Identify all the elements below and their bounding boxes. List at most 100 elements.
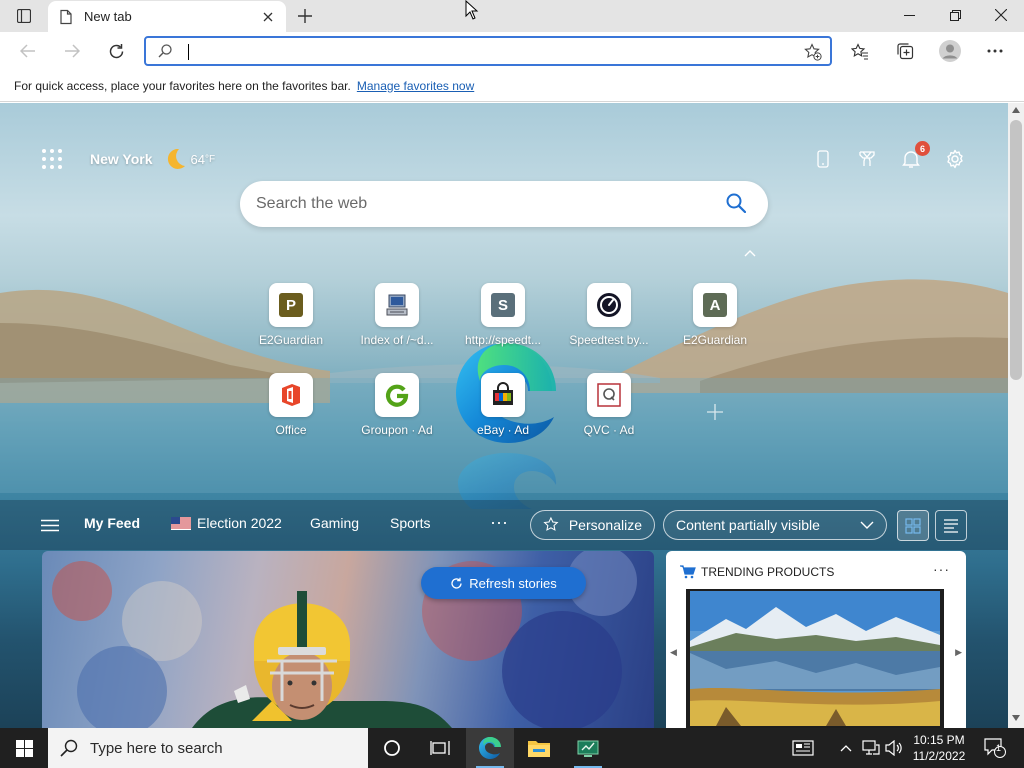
volume-button[interactable] [884, 728, 904, 768]
windows-logo-icon [15, 739, 33, 757]
scroll-up-icon[interactable] [1012, 107, 1020, 113]
personalize-button[interactable]: Personalize [530, 510, 655, 540]
feed-more-button[interactable]: ··· [490, 512, 508, 533]
apps-grid-button[interactable] [40, 147, 64, 171]
app-taskbar-button[interactable] [564, 728, 612, 768]
tab-close-button[interactable] [260, 9, 276, 25]
clock-date: 11/2/2022 [912, 749, 966, 763]
tab-new-tab[interactable]: New tab [48, 1, 286, 32]
action-center-count: 1 [996, 743, 1002, 753]
show-hidden-icons-button[interactable] [836, 728, 856, 768]
quick-link-label: Office [275, 423, 307, 437]
collections-icon [897, 43, 914, 60]
trending-more-button[interactable]: ··· [933, 561, 950, 577]
speedometer-icon [587, 283, 631, 327]
profile-button[interactable] [935, 37, 965, 65]
carousel-next-icon[interactable]: ▶ [955, 647, 962, 658]
minimize-button[interactable] [886, 0, 932, 30]
letter-p-icon: P [269, 283, 313, 327]
feed-tab-my-feed[interactable]: My Feed [84, 515, 140, 531]
news-and-interests-button[interactable] [786, 728, 820, 768]
feed-tab-gaming[interactable]: Gaming [310, 515, 359, 531]
scrollbar-thumb[interactable] [1010, 120, 1022, 380]
add-quick-link-icon[interactable] [704, 401, 726, 423]
restore-button[interactable] [932, 0, 978, 30]
taskbar-search-box[interactable]: Type here to search [48, 728, 368, 768]
content-visibility-dropdown[interactable]: Content partially visible [663, 510, 887, 540]
back-button[interactable] [14, 37, 42, 65]
page-icon [60, 9, 72, 24]
rewards-trophy-icon [859, 151, 875, 166]
quick-link-label: E2Guardian [258, 333, 324, 347]
network-icon [862, 740, 880, 755]
cortana-circle-icon [384, 740, 400, 756]
tab-actions-button[interactable] [10, 6, 38, 26]
weather-unit: °F [204, 153, 216, 165]
forward-button[interactable] [58, 37, 86, 65]
scroll-down-icon[interactable] [1012, 715, 1020, 721]
more-icon [987, 49, 1003, 53]
quick-link-tile[interactable]: QVC · Ad [554, 373, 664, 437]
grid-view-button[interactable] [897, 510, 929, 541]
quick-link-label: Index of /~d... [360, 333, 434, 347]
quick-link-tile[interactable]: Index of /~d... [342, 283, 452, 347]
task-view-button[interactable] [416, 728, 464, 768]
manage-favorites-link[interactable]: Manage favorites now [357, 79, 474, 93]
address-bar[interactable] [144, 36, 832, 66]
search-icon[interactable] [726, 193, 746, 213]
carousel-prev-icon[interactable]: ◀ [670, 647, 677, 658]
list-view-button[interactable] [935, 510, 967, 541]
start-button[interactable] [0, 728, 48, 768]
mobile-button[interactable] [810, 146, 836, 172]
chevron-up-icon[interactable] [742, 247, 758, 259]
edge-taskbar-button[interactable] [466, 728, 514, 768]
quick-link-tile[interactable]: S http://speedt... [448, 283, 558, 347]
quick-link-tile[interactable]: Speedtest by... [554, 283, 664, 347]
new-tab-button[interactable] [294, 6, 316, 26]
rewards-button[interactable] [854, 146, 880, 172]
task-view-icon [430, 741, 450, 755]
address-input[interactable] [186, 41, 786, 61]
clock[interactable]: 10:15 PM 11/2/2022 [906, 728, 972, 768]
collections-button[interactable] [890, 37, 920, 65]
navigation-bar [0, 32, 1024, 70]
hamburger-menu-icon[interactable] [41, 519, 59, 532]
refresh-button[interactable] [102, 37, 130, 65]
weather-city: New York [90, 151, 153, 167]
taskbar-search-placeholder: Type here to search [90, 739, 223, 757]
page-settings-button[interactable] [942, 146, 968, 172]
file-explorer-button[interactable] [515, 728, 563, 768]
clock-time: 10:15 PM [913, 733, 965, 747]
web-search-input[interactable] [256, 193, 696, 215]
gear-icon [947, 149, 963, 169]
phone-icon [817, 150, 829, 168]
feed-tab-election-label: Election 2022 [197, 515, 282, 531]
refresh-stories-label: Refresh stories [469, 575, 557, 591]
weather-widget[interactable]: New York 64 °F [90, 147, 215, 171]
close-icon [263, 12, 273, 21]
quick-link-tile[interactable]: P E2Guardian [236, 283, 346, 347]
notification-badge: 6 [915, 141, 930, 156]
feed-tab-election[interactable]: Election 2022 [171, 515, 282, 531]
add-favorite-icon[interactable] [804, 43, 822, 61]
web-search-box[interactable] [240, 181, 768, 227]
notifications-button[interactable]: 6 [898, 141, 930, 172]
network-button[interactable] [860, 728, 882, 768]
action-center-button[interactable]: 1 [980, 728, 1010, 768]
trending-products-card[interactable]: TRENDING PRODUCTS ··· ◀ ▶ [666, 551, 966, 728]
refresh-stories-button[interactable]: Refresh stories [421, 567, 586, 599]
speaker-icon [885, 740, 902, 756]
feed-tab-sports[interactable]: Sports [390, 515, 430, 531]
search-icon [158, 44, 172, 58]
close-icon [995, 9, 1007, 21]
quick-link-tile[interactable]: eBay · Ad [448, 373, 558, 437]
quick-link-tile[interactable]: A E2Guardian [660, 283, 770, 347]
quick-link-tile[interactable]: Office [236, 373, 346, 437]
new-tab-page: New York 64 °F 6 Search the web P E2Guar… [0, 103, 1008, 728]
settings-and-more-button[interactable] [980, 37, 1010, 65]
close-window-button[interactable] [978, 0, 1024, 30]
favorites-button[interactable] [845, 37, 875, 65]
weather-temperature: 64 [190, 151, 205, 167]
quick-link-tile[interactable]: Groupon · Ad [342, 373, 452, 437]
cortana-button[interactable] [368, 728, 416, 768]
